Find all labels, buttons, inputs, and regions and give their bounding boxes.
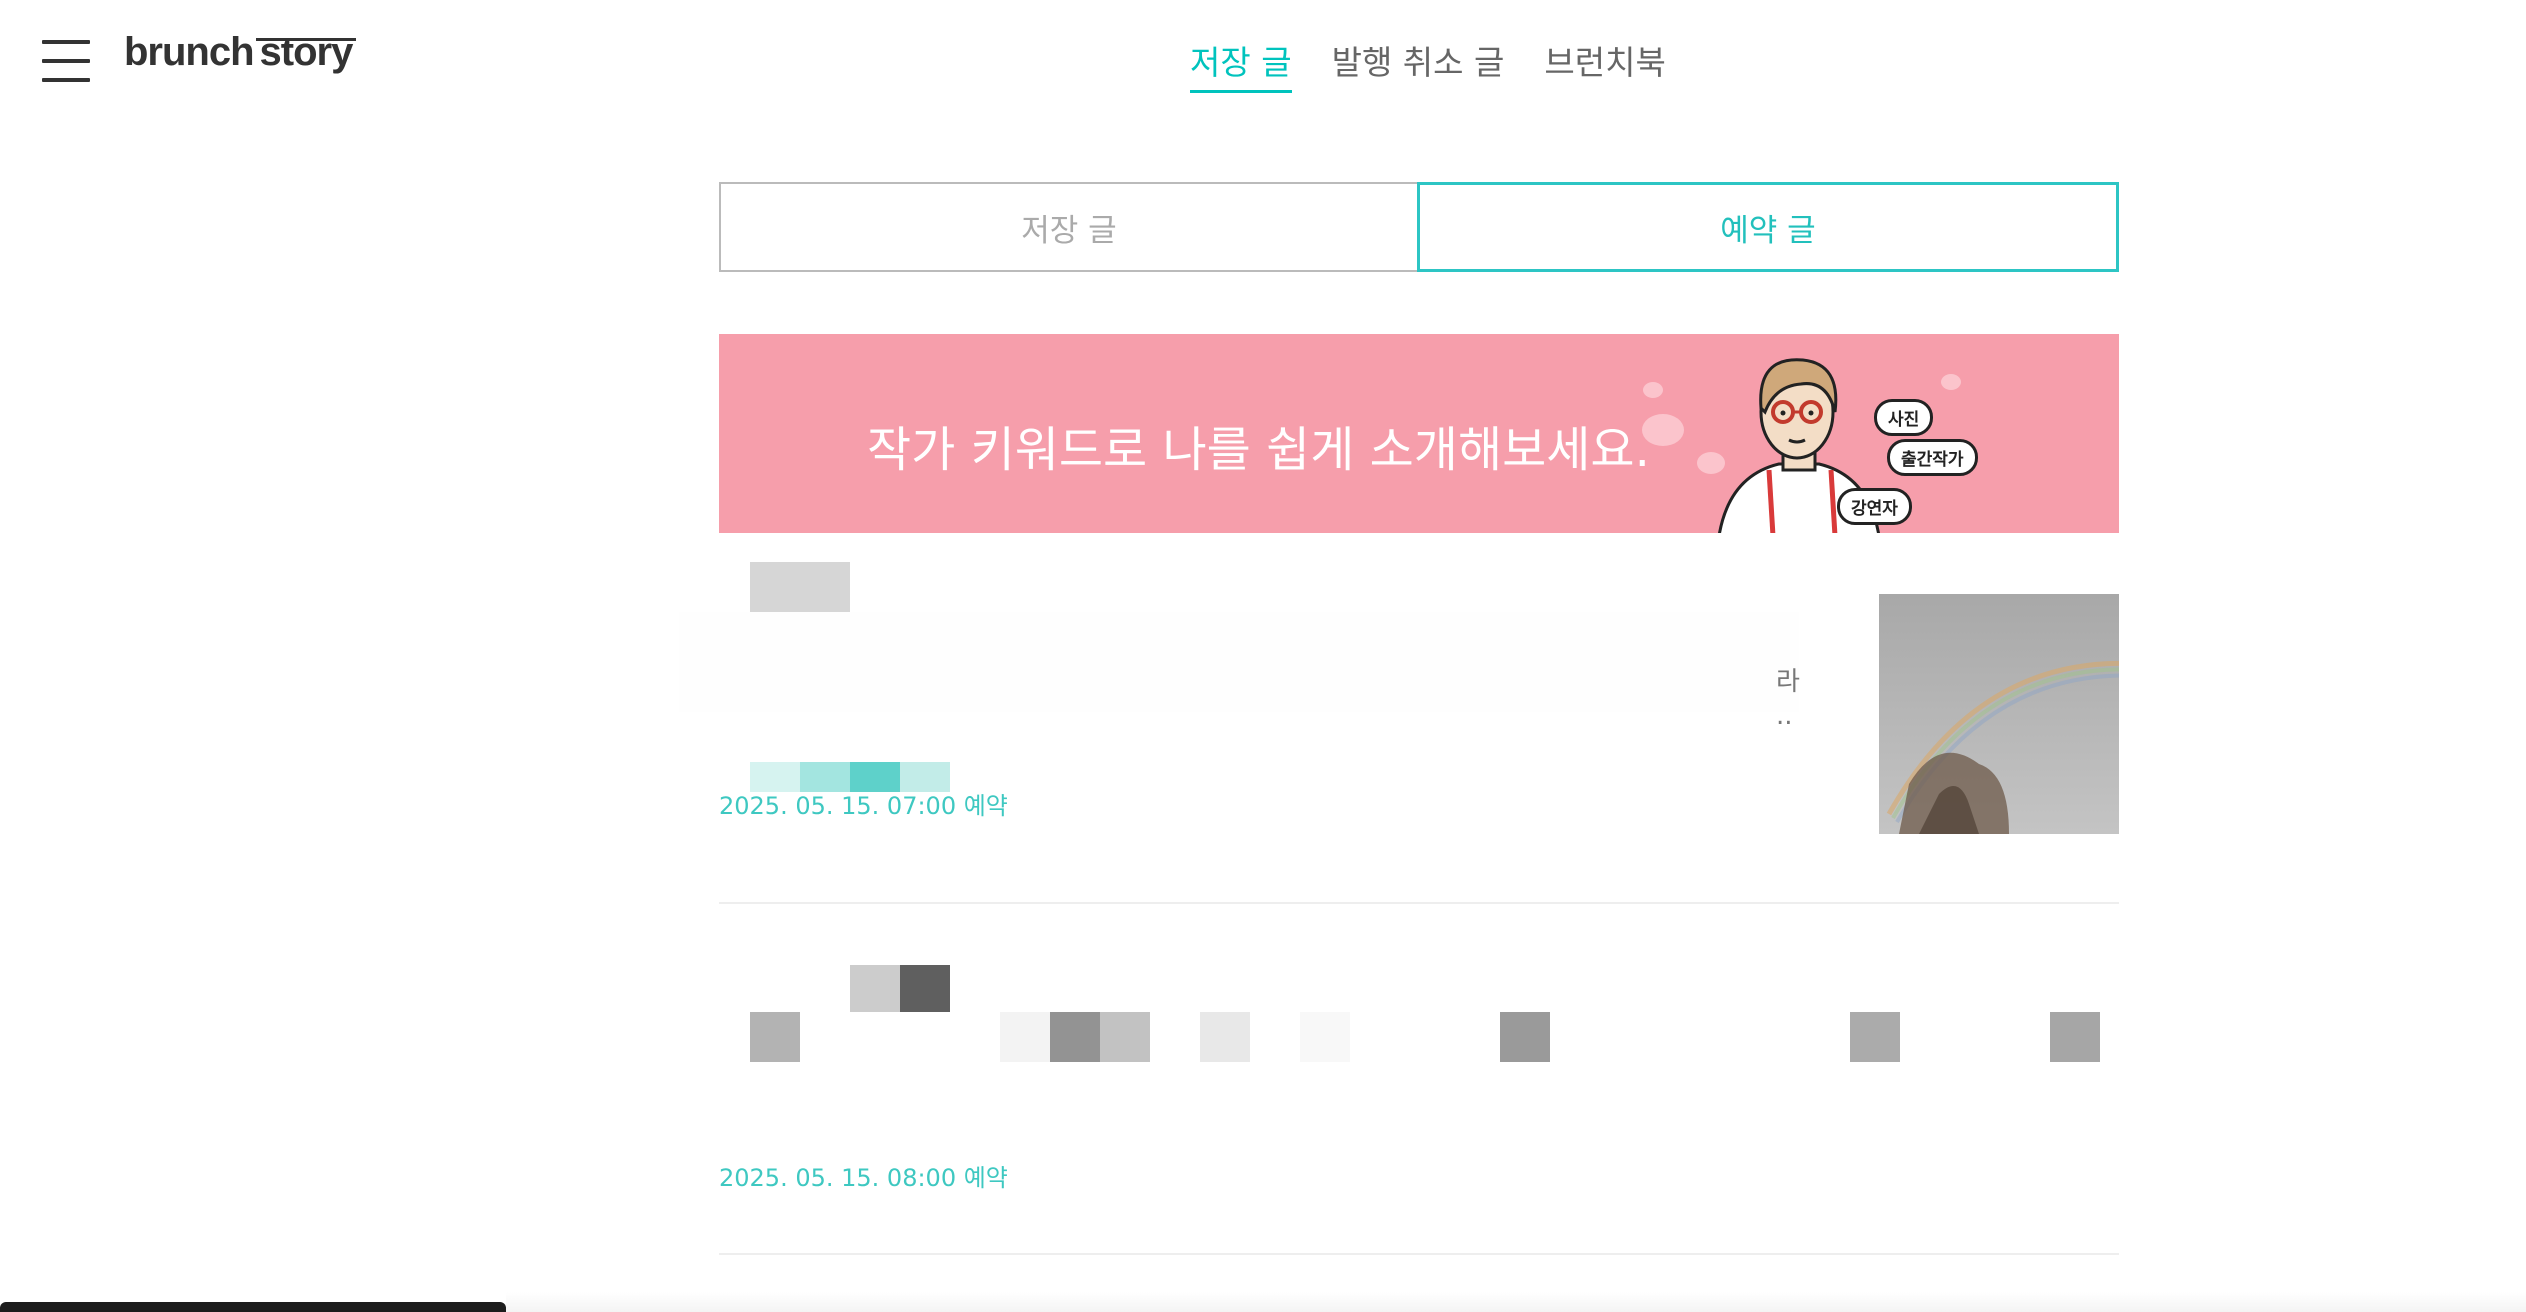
nav-unpublished-posts[interactable]: 발행 취소 글: [1332, 36, 1505, 93]
post-scheduled-date[interactable]: 2025. 05. 15. 08:00 예약: [719, 1158, 1008, 1193]
logo-brunch: brunch: [124, 30, 255, 74]
nav-saved-posts[interactable]: 저장 글: [1190, 36, 1292, 93]
keyword-tag: 강연자: [1837, 488, 1912, 525]
brunch-story-logo[interactable]: brunch story: [124, 30, 354, 75]
bottom-toolbar[interactable]: [0, 1302, 506, 1312]
bottom-shade: [506, 1292, 2526, 1312]
blurred-text: [679, 612, 1799, 712]
blurred-title: [900, 965, 950, 1012]
blurred-text: [1300, 1012, 1350, 1062]
blurred-text: [1850, 1012, 1900, 1062]
tab-saved[interactable]: 저장 글: [719, 182, 1417, 272]
page: brunch story 저장 글 발행 취소 글 브런치북 저장 글 예약 글 …: [0, 0, 2526, 1312]
banner-bubble: [1941, 374, 1961, 390]
blurred-text: [1050, 1012, 1100, 1062]
post-item[interactable]: 라 .. 2025. 05. 15. 07:00 예약: [679, 552, 2119, 904]
post-item[interactable]: 2025. 05. 15. 08:00 예약: [719, 904, 2119, 1255]
post-thumbnail[interactable]: [1879, 594, 2119, 834]
author-keyword-banner[interactable]: 작가 키워드로 나를 쉽게 소개해보세요. 사진 출간작가 강연자: [719, 334, 2119, 533]
blurred-text: [1000, 1012, 1050, 1062]
banner-text: 작가 키워드로 나를 쉽게 소개해보세요.: [867, 422, 1650, 478]
post-divider: [719, 1253, 2119, 1255]
nav-brunchbook[interactable]: 브런치북: [1544, 36, 1665, 93]
segment-tabs: 저장 글 예약 글: [719, 182, 2119, 272]
keyword-tag: 출간작가: [1887, 439, 1978, 476]
keyword-tag: 사진: [1874, 399, 1934, 436]
post-snippet: 라: [1776, 667, 1800, 697]
blurred-text: [1100, 1012, 1150, 1062]
blurred-text: [2050, 1012, 2100, 1062]
blurred-text: [750, 1012, 800, 1062]
logo-story: story: [259, 30, 354, 74]
post-scheduled-date[interactable]: 2025. 05. 15. 07:00 예약: [719, 786, 1008, 821]
banner-bubble: [1643, 382, 1663, 398]
hamburger-menu-icon[interactable]: [42, 40, 90, 82]
blurred-text: [1500, 1012, 1550, 1062]
banner-bubble: [1642, 414, 1684, 446]
blurred-title: [850, 965, 900, 1012]
post-snippet: ..: [1776, 701, 1793, 731]
rainbow-photo-icon: [1879, 594, 2119, 834]
tab-scheduled[interactable]: 예약 글: [1417, 182, 2119, 272]
blurred-title: [750, 562, 850, 612]
top-nav: 저장 글 발행 취소 글 브런치북: [1190, 36, 1666, 93]
blurred-text: [1200, 1012, 1250, 1062]
